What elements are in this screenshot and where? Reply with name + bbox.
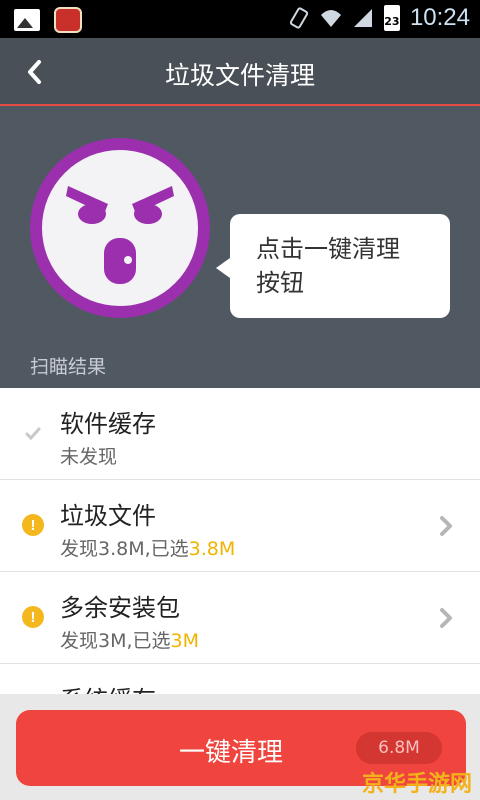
list-item-software-cache[interactable]: 软件缓存 未发现 [0,388,480,480]
angry-face-icon [30,138,210,318]
scan-results-label: 扫瞄结果 [30,356,107,378]
app-icon [54,7,82,33]
warning-icon: ! [22,606,44,628]
wifi-icon [320,10,341,27]
chevron-right-icon [440,608,452,628]
selected-size-badge: 6.8M [356,732,442,764]
image-icon [14,9,40,31]
list-item-title: 软件缓存 [60,410,156,438]
list-item-subtitle: 发现3M,已选3M [60,630,200,652]
hero-panel: 点击一键清理 按钮 扫瞄结果 [0,106,480,388]
watermark: 京华手游网 [361,772,472,797]
signal-icon [353,9,372,27]
list-item-junk-files[interactable]: ! 垃圾文件 发现3.8M,已选3.8M [0,480,480,572]
status-bar: 23 10:24 [0,0,480,38]
warning-icon: ! [22,514,44,536]
speech-bubble: 点击一键清理 按钮 [216,214,450,318]
list-item-extra-packages[interactable]: ! 多余安装包 发现3M,已选3M [0,572,480,664]
list-item-subtitle: 发现3.8M,已选3.8M [60,538,236,560]
chevron-right-icon [440,516,452,536]
page-title: 垃圾文件清理 [164,61,315,90]
clock: 10:24 [409,4,470,31]
list-item-title: 多余安装包 [60,594,180,622]
battery-icon: 23 [383,5,400,31]
bubble-line-2: 按钮 [256,269,304,297]
list-item-title: 垃圾文件 [60,502,156,530]
check-icon [25,427,41,441]
app-header: 垃圾文件清理 [0,38,480,106]
bubble-line-1: 点击一键清理 [256,235,400,263]
list-item-subtitle: 未发现 [60,446,118,468]
rotate-icon [289,7,309,29]
